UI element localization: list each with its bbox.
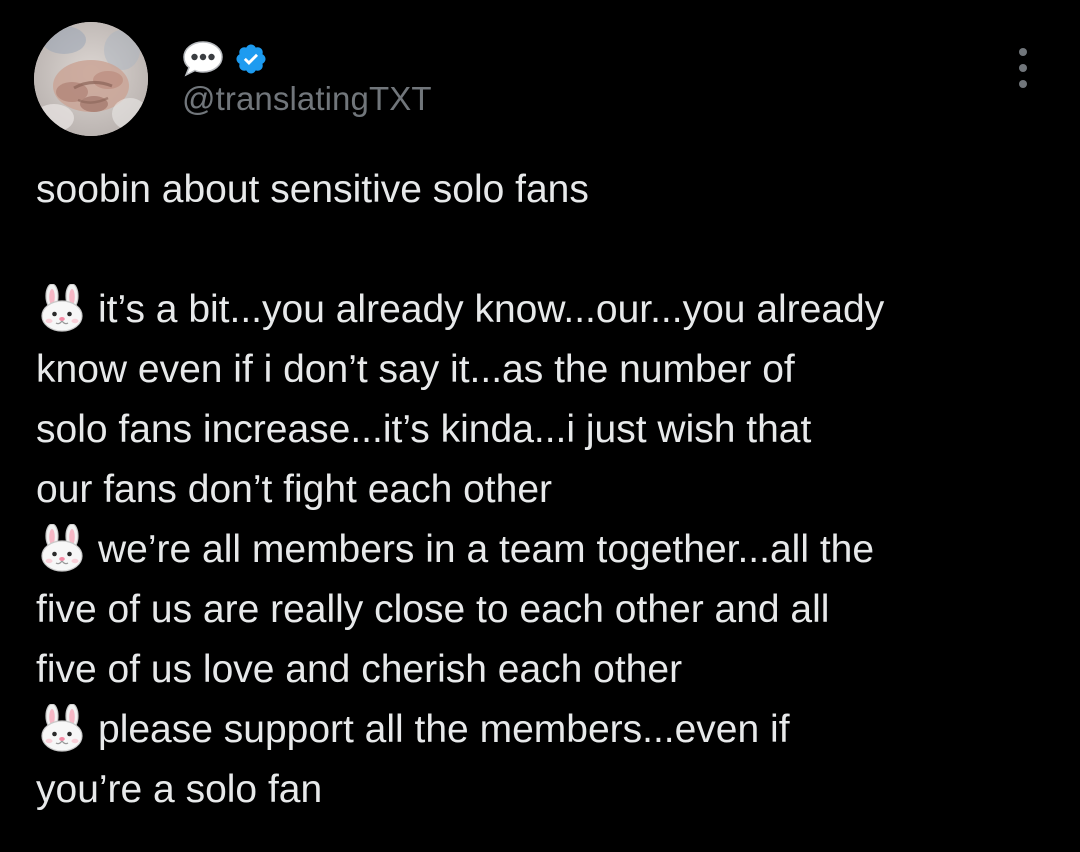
display-name[interactable]	[182, 38, 268, 80]
tweet-header: @translatingTXT	[34, 22, 1046, 138]
paragraph-text: please support all the members...even if	[98, 708, 790, 751]
speech-bubble-emoji-icon	[183, 41, 223, 77]
verified-badge-icon	[236, 44, 266, 74]
more-options-button[interactable]	[1009, 48, 1037, 88]
tweet-text: soobin about sensitive solo fans it’s a …	[36, 160, 1046, 820]
rabbit-face-emoji-icon	[36, 524, 88, 572]
paragraph-3-line-2: you’re a solo fan	[36, 768, 323, 811]
rabbit-face-emoji-icon	[36, 284, 88, 332]
paragraph-3-line-1: please support all the members...even if	[36, 700, 1046, 760]
paragraph-1-line-1: it’s a bit...you already know...our...yo…	[36, 280, 1046, 340]
tweet-title: soobin about sensitive solo fans	[36, 168, 589, 211]
paragraph-1-line-2: know even if i don’t say it...as the num…	[36, 348, 795, 391]
paragraph-2-line-3: five of us love and cherish each other	[36, 648, 683, 691]
paragraph-1-line-4: our fans don’t fight each other	[36, 468, 553, 511]
more-options-icon-dot	[1019, 80, 1027, 88]
paragraph-1-line-3: solo fans increase...it’s kinda...i just…	[36, 408, 812, 451]
paragraph-2-line-1: we’re all members in a team together...a…	[36, 520, 1046, 580]
paragraph-text: it’s a bit...you already know...our...yo…	[98, 288, 885, 331]
more-options-icon-dot	[1019, 64, 1027, 72]
more-options-icon	[1019, 48, 1027, 56]
rabbit-face-emoji-icon	[36, 704, 88, 752]
user-handle[interactable]: @translatingTXT	[182, 80, 432, 118]
avatar[interactable]	[34, 22, 148, 136]
paragraph-2-line-2: five of us are really close to each othe…	[36, 588, 830, 631]
paragraph-text: we’re all members in a team together...a…	[98, 528, 875, 571]
tweet: @translatingTXT soobin about sensitive s…	[0, 0, 1080, 852]
